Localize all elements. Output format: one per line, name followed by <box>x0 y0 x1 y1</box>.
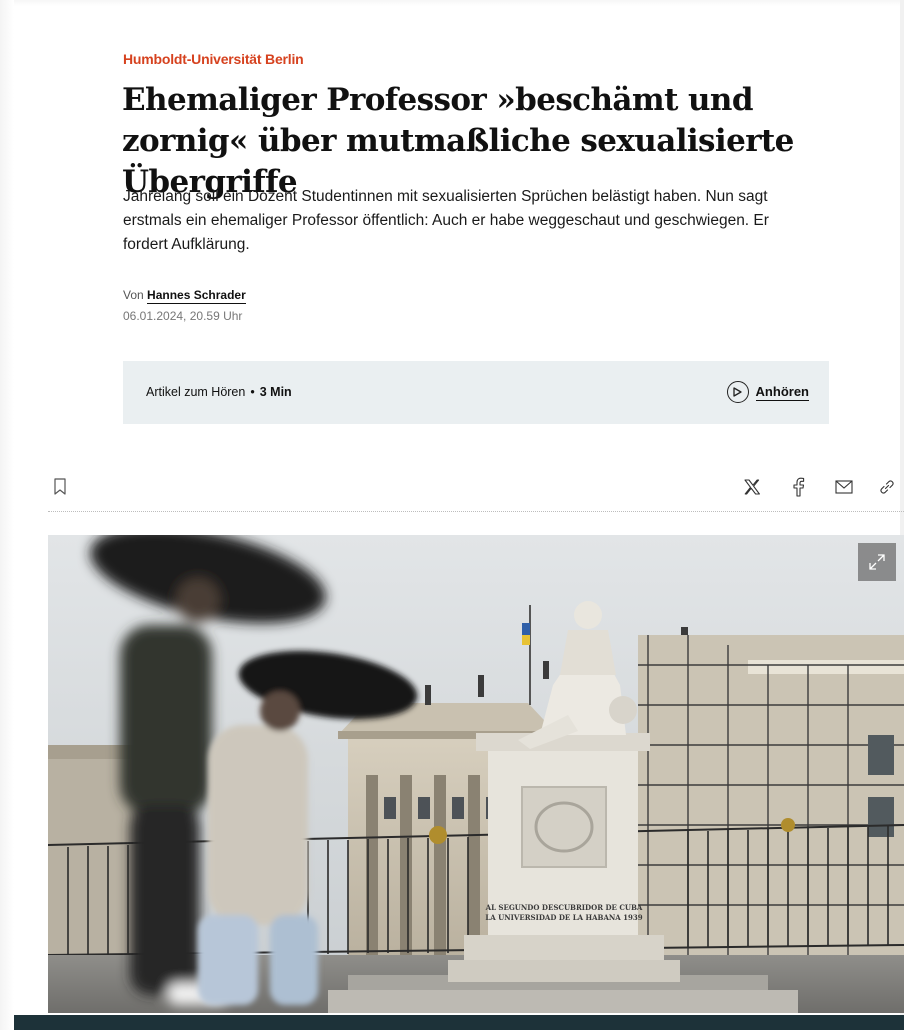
inscription-line-2: LA UNIVERSIDAD DE LA HABANA 1939 <box>485 913 642 922</box>
article-photo[interactable]: AL SEGUNDO DESCUBRIDOR DE CUBA LA UNIVER… <box>48 535 904 1013</box>
byline: Von Hannes Schrader <box>123 288 246 304</box>
article-page: Humboldt-Universität Berlin Ehemaliger P… <box>0 0 904 1030</box>
toolbar-divider <box>48 511 904 512</box>
audio-label: Artikel zum Hören <box>146 385 246 399</box>
article-teaser: Jahrelang soll ein Dozent Studentinnen m… <box>123 188 769 253</box>
byline-prefix: Von <box>123 288 144 302</box>
audio-separator: • <box>250 385 255 399</box>
bottom-banner <box>14 1015 904 1030</box>
author-link[interactable]: Hannes Schrader <box>147 288 246 304</box>
article-kicker[interactable]: Humboldt-Universität Berlin <box>123 51 304 67</box>
top-divider <box>0 0 904 6</box>
audio-label-group: Artikel zum Hören • 3 Min <box>146 385 292 399</box>
publish-date: 06.01.2024, 20.59 Uhr <box>123 309 243 323</box>
photo-illustration: AL SEGUNDO DESCUBRIDOR DE CUBA LA UNIVER… <box>48 535 904 1013</box>
listen-button[interactable]: Anhören <box>726 379 809 405</box>
mail-icon[interactable] <box>833 476 855 498</box>
link-icon[interactable] <box>876 476 898 498</box>
audio-player: Artikel zum Hören • 3 Min Anhören <box>123 361 829 424</box>
left-edge <box>0 0 14 1030</box>
inscription-line-1: AL SEGUNDO DESCUBRIDOR DE CUBA <box>485 903 643 912</box>
audio-duration: 3 Min <box>259 385 292 399</box>
play-icon <box>726 381 749 403</box>
x-icon[interactable] <box>741 476 763 498</box>
expand-icon[interactable] <box>858 543 896 581</box>
facebook-icon[interactable] <box>787 476 809 498</box>
bookmark-icon[interactable] <box>53 478 67 498</box>
listen-label: Anhören <box>755 383 809 401</box>
